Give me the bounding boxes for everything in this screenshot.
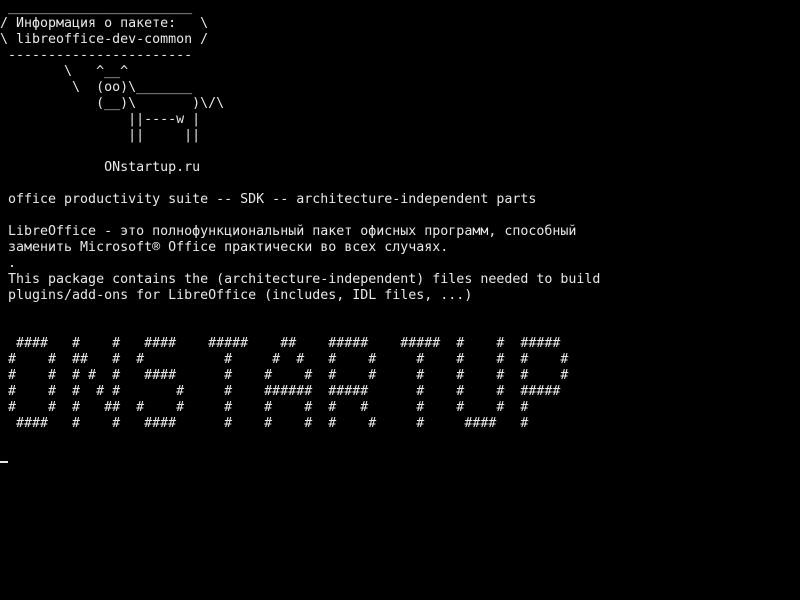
- site-credit: ONstartup.ru: [0, 160, 201, 175]
- speech-bubble-package-name: \ libreoffice-dev-common /: [0, 32, 209, 47]
- ascii-cow-line-4: ||----w |: [0, 112, 201, 127]
- ascii-banner-line-1: #### # # #### ##### ## ##### ##### # # #…: [0, 336, 561, 351]
- ascii-cow-line-2: \ (oo)\_______: [0, 80, 193, 95]
- ascii-banner-line-6: #### # # #### # # # # # # #### #: [0, 416, 529, 431]
- text-cursor: [0, 461, 8, 463]
- terminal-screen[interactable]: _______________________ / Информация о п…: [0, 0, 800, 600]
- ascii-cow-line-1: \ ^__^: [0, 64, 129, 79]
- package-summary: office productivity suite -- SDK -- arch…: [0, 192, 537, 207]
- package-description-en-line-2: plugins/add-ons for LibreOffice (include…: [0, 288, 473, 303]
- speech-bubble-title: / Информация о пакете: \: [0, 16, 209, 31]
- package-description-ru-line-1: LibreOffice - это полнофункциональный па…: [0, 224, 577, 239]
- ascii-banner-line-4: # # # # # # # ###### ##### # # # #####: [0, 384, 561, 399]
- speech-bubble-bottom: -----------------------: [0, 48, 193, 63]
- speech-bubble-top: _______________________: [0, 0, 193, 15]
- package-description-en-line-1: This package contains the (architecture-…: [0, 272, 601, 287]
- ascii-cow-line-5: || ||: [0, 128, 201, 143]
- ascii-banner-line-5: # # # ## # # # # # # # # # # #: [0, 400, 529, 415]
- package-description-separator: .: [0, 256, 17, 271]
- ascii-banner-line-3: # # # # # #### # # # # # # # # # #: [0, 368, 569, 383]
- package-description-ru-line-2: заменить Microsoft® Office практически в…: [0, 240, 449, 255]
- ascii-cow-line-3: (__)\ )\/\: [0, 96, 225, 111]
- ascii-banner-line-2: # # ## # # # # # # # # # # # #: [0, 352, 569, 367]
